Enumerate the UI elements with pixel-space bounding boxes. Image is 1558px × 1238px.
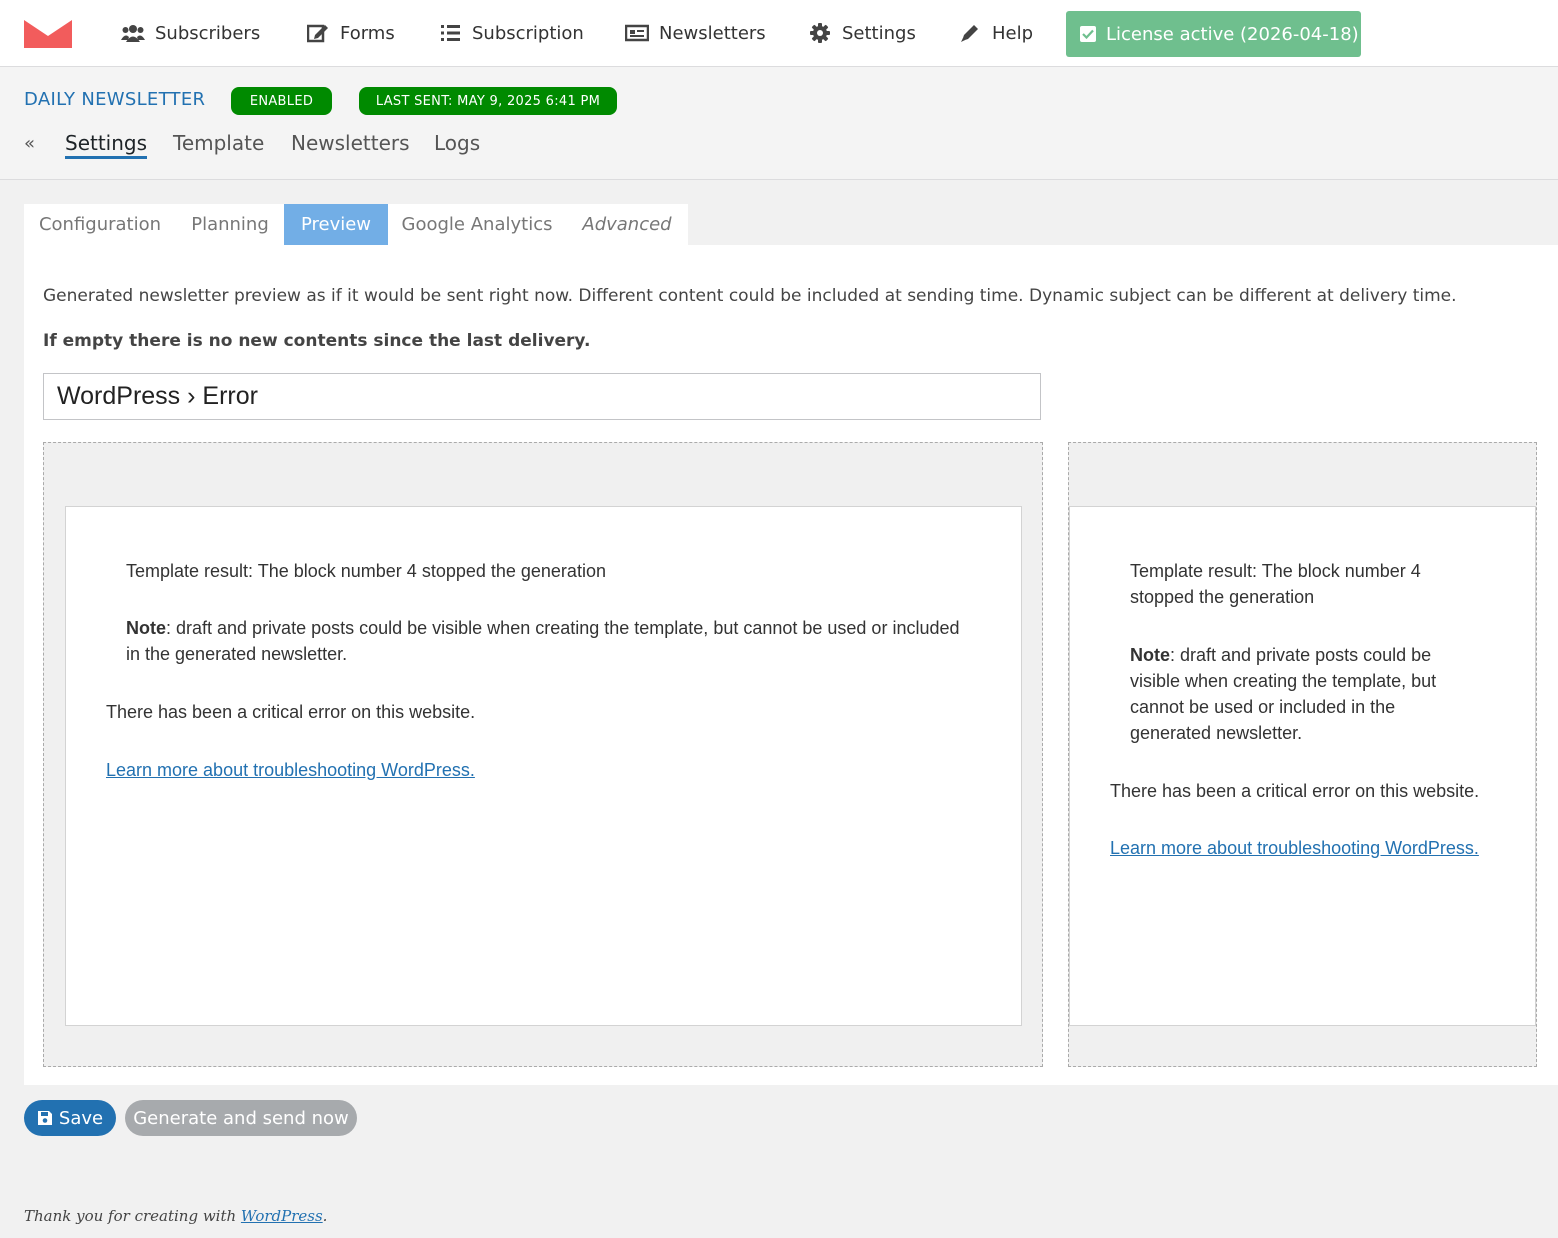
preview-panel: Generated newsletter preview as if it wo…	[24, 245, 1558, 1085]
nav-label: Subscribers	[155, 22, 261, 44]
nav-label: Settings	[842, 22, 916, 44]
mobile-email-body: Template result: The block number 4 stop…	[1069, 506, 1536, 1026]
nav-help[interactable]: Help	[958, 0, 1033, 66]
gear-icon	[808, 23, 832, 43]
checkbox-checked-icon	[1080, 26, 1096, 42]
newspaper-icon	[625, 23, 649, 43]
newsletter-logo-icon[interactable]	[24, 20, 72, 48]
nav-subscription[interactable]: Subscription	[438, 0, 584, 66]
users-icon	[121, 23, 145, 43]
nav-label: Subscription	[472, 22, 584, 44]
note-label: Note	[1130, 645, 1170, 665]
subject-preview: WordPress › Error	[43, 373, 1041, 420]
troubleshooting-link[interactable]: Learn more about troubleshooting WordPre…	[106, 760, 475, 780]
draft-note: Note: draft and private posts could be v…	[1130, 642, 1480, 746]
tab-advanced[interactable]: Advanced	[566, 204, 688, 245]
template-result-text: Template result: The block number 4 stop…	[1130, 561, 1421, 607]
note-text: : draft and private posts could be visib…	[1130, 645, 1437, 743]
admin-footer: Thank you for creating with WordPress.	[24, 1207, 327, 1225]
settings-tabs: Configuration Planning Preview Google An…	[24, 204, 688, 245]
wordpress-link[interactable]: WordPress	[241, 1207, 323, 1225]
note-text: : draft and private posts could be visib…	[126, 618, 960, 664]
footer-text: Thank you for creating with	[24, 1207, 241, 1225]
newsletter-header: DAILY NEWSLETTER ENABLED LAST SENT: MAY …	[0, 67, 1558, 180]
back-link[interactable]: «	[24, 133, 35, 154]
tab-configuration[interactable]: Configuration	[24, 204, 176, 245]
nav-label: Forms	[340, 22, 395, 44]
draft-note: Note: draft and private posts could be v…	[126, 615, 966, 667]
license-label: License active (2026-04-18)	[1106, 23, 1359, 45]
desktop-preview-frame[interactable]: Template result: The block number 4 stop…	[43, 442, 1043, 1067]
note-label: Note	[126, 618, 166, 638]
last-sent-badge: LAST SENT: MAY 9, 2025 6:41 PM	[359, 87, 617, 115]
page-title: DAILY NEWSLETTER	[24, 89, 206, 110]
nav-settings[interactable]: Settings	[808, 0, 916, 66]
desktop-email-body: Template result: The block number 4 stop…	[65, 506, 1022, 1026]
license-status-button[interactable]: License active (2026-04-18)	[1066, 11, 1361, 57]
subnav-template[interactable]: Template	[173, 131, 264, 155]
subnav-logs[interactable]: Logs	[434, 131, 480, 155]
edit-icon	[306, 23, 330, 43]
template-result-text: Template result: The block number 4 stop…	[126, 561, 606, 581]
preview-notice: If empty there is no new contents since …	[43, 331, 591, 351]
generate-and-send-button[interactable]: Generate and send now	[125, 1100, 357, 1136]
top-nav: Subscribers Forms Subscription Newslette…	[0, 0, 1558, 67]
nav-subscribers[interactable]: Subscribers	[121, 0, 260, 66]
nav-forms[interactable]: Forms	[306, 0, 395, 66]
mobile-preview-frame[interactable]: Template result: The block number 4 stop…	[1068, 442, 1537, 1067]
list-icon	[438, 23, 462, 43]
status-badge: ENABLED	[231, 87, 332, 115]
tab-preview[interactable]: Preview	[284, 204, 388, 245]
subnav-settings[interactable]: Settings	[65, 131, 148, 159]
save-label: Save	[58, 1107, 104, 1129]
critical-error-text: There has been a critical error on this …	[1110, 781, 1480, 801]
save-button[interactable]: Save	[24, 1100, 116, 1136]
critical-error-text: There has been a critical error on this …	[106, 702, 476, 722]
pen-icon	[958, 23, 982, 43]
footer-period: .	[322, 1207, 328, 1225]
nav-label: Help	[992, 22, 1034, 44]
subnav-newsletters[interactable]: Newsletters	[291, 131, 410, 155]
floppy-disk-icon	[37, 1111, 52, 1125]
nav-label: Newsletters	[659, 22, 766, 44]
tab-planning[interactable]: Planning	[176, 204, 284, 245]
tab-google-analytics[interactable]: Google Analytics	[388, 204, 566, 245]
preview-description: Generated newsletter preview as if it wo…	[43, 286, 1457, 306]
troubleshooting-link[interactable]: Learn more about troubleshooting WordPre…	[1110, 838, 1479, 858]
subject-text: WordPress › Error	[57, 382, 258, 410]
nav-newsletters[interactable]: Newsletters	[625, 0, 766, 66]
